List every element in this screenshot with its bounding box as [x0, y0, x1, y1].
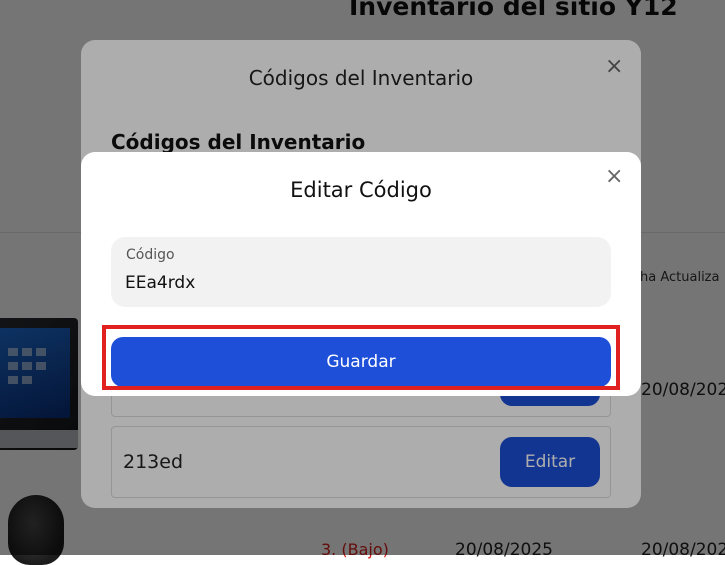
highlight-box — [102, 325, 620, 390]
edit-modal-title: Editar Código — [290, 178, 432, 202]
code-input[interactable] — [125, 271, 595, 295]
code-field[interactable]: Código — [111, 237, 611, 307]
code-field-label: Código — [126, 247, 175, 263]
close-icon[interactable]: × — [605, 164, 623, 189]
